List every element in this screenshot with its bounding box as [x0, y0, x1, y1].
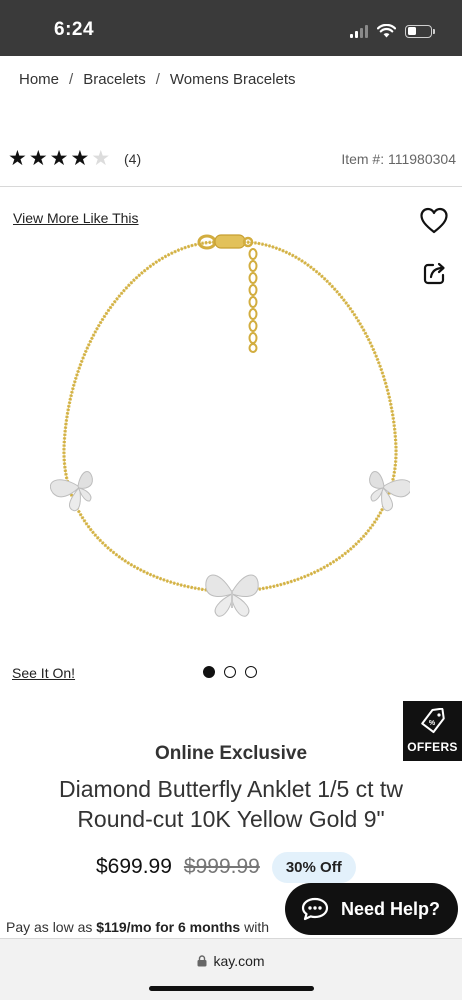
star-empty-icon: ★	[91, 147, 111, 170]
view-more-like-this-link[interactable]: View More Like This	[13, 210, 139, 226]
product-title: Diamond Butterfly Anklet 1/5 ct tw Round…	[59, 776, 403, 832]
original-price: $999.99	[183, 855, 260, 878]
review-count[interactable]: (4)	[124, 151, 141, 167]
rating-row: ★ ★ ★ ★ ★ (4) Item #: 111980304	[8, 148, 456, 170]
divider	[0, 186, 462, 187]
carousel-dots	[203, 666, 257, 678]
status-icons	[350, 22, 435, 40]
share-icon[interactable]	[421, 259, 449, 287]
wifi-icon	[377, 24, 396, 38]
breadcrumb-separator: /	[69, 71, 74, 88]
cellular-signal-icon	[350, 24, 368, 38]
carousel-dot[interactable]	[224, 666, 236, 678]
carousel-dot[interactable]	[245, 666, 257, 678]
breadcrumb-womens-bracelets[interactable]: Womens Bracelets	[170, 71, 296, 88]
breadcrumb: Home / Bracelets / Womens Bracelets	[19, 71, 296, 88]
breadcrumb-home[interactable]: Home	[19, 71, 59, 88]
item-number: Item #: 111980304	[341, 151, 456, 167]
breadcrumb-bracelets[interactable]: Bracelets	[83, 71, 146, 88]
see-it-on-link[interactable]: See It On!	[12, 665, 75, 681]
lock-icon	[197, 955, 207, 967]
star-filled-icon: ★	[28, 147, 48, 170]
svg-text:%: %	[429, 720, 436, 727]
star-filled-icon: ★	[70, 147, 90, 170]
breadcrumb-separator: /	[155, 71, 160, 88]
sale-price: $699.99	[96, 855, 172, 878]
carousel-dot[interactable]	[203, 666, 215, 678]
price-row: $699.99 $999.99 30% Off	[96, 851, 356, 883]
tag-percent-icon: %	[421, 708, 445, 734]
chat-bubble-icon	[301, 897, 329, 921]
discount-badge: 30% Off	[271, 851, 356, 883]
need-help-chat-button[interactable]: Need Help?	[285, 883, 458, 935]
home-indicator	[149, 986, 314, 991]
url-text: kay.com	[213, 953, 265, 969]
battery-icon	[405, 24, 435, 38]
need-help-label: Need Help?	[341, 898, 441, 919]
status-bar: 6:24	[0, 0, 462, 56]
financing-suffix: with	[240, 919, 269, 935]
financing-prefix: Pay as low as	[6, 919, 97, 935]
heart-icon[interactable]	[419, 206, 449, 236]
financing-amount: $119/mo for 6 months	[96, 919, 241, 935]
star-filled-icon: ★	[49, 147, 69, 170]
financing-text: Pay as low as $119/mo for 6 months with	[6, 919, 306, 935]
star-filled-icon: ★	[8, 147, 27, 170]
browser-bar: kay.com	[0, 938, 462, 1000]
status-time: 6:24	[54, 19, 95, 40]
online-exclusive-label: Online Exclusive	[154, 743, 308, 764]
star-rating[interactable]: ★ ★ ★ ★ ★	[8, 148, 110, 170]
product-image[interactable]	[50, 228, 410, 628]
address-bar[interactable]: kay.com	[0, 953, 462, 969]
